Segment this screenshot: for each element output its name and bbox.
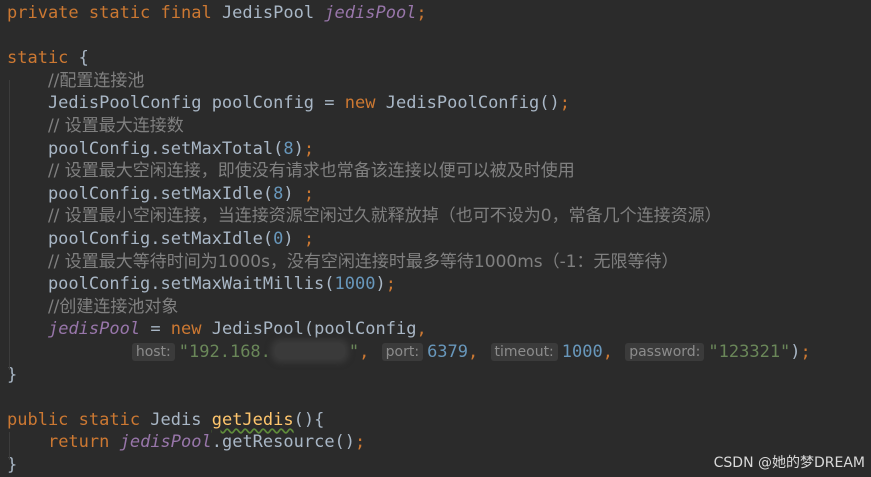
code-comment: // 设置最大空闲连接，即使没有请求也常备该连接以便可以被及时使用 [47, 161, 575, 182]
code-keyword: public static [7, 409, 151, 430]
code-line[interactable]: poolConfig.setMaxIdle(0) ; [7, 228, 314, 250]
code-keyword: new [344, 93, 386, 114]
code-keyword: ; [355, 432, 366, 453]
code-keyword: ; [303, 138, 315, 159]
code-field: jedisPool [119, 432, 212, 453]
code-number: 8 [283, 138, 294, 159]
code-keyword: ; [303, 183, 315, 204]
code-keyword: ; [559, 93, 570, 114]
code-editor[interactable]: private static final JedisPool jedisPool… [0, 0, 871, 477]
code-line[interactable]: jedisPool = new JedisPool(poolConfig, [7, 318, 427, 340]
code-line[interactable]: host: "192.168. ", port: 6379, timeout: 1000… [7, 341, 811, 363]
code-field: jedisPool [47, 319, 141, 340]
code-token: { [78, 48, 89, 69]
indent-guide [9, 432, 10, 460]
code-line[interactable]: JedisPoolConfig poolConfig = new JedisPo… [7, 92, 570, 114]
code-token: poolConfig.setMaxTotal( [7, 138, 284, 159]
code-token: JedisPoolConfig poolConfig = [7, 93, 345, 114]
code-token: .getResource() [211, 432, 356, 453]
code-keyword: , [468, 342, 489, 362]
code-line[interactable]: poolConfig.setMaxTotal(8); [7, 138, 314, 160]
parameter-hint: host: [131, 343, 175, 361]
code-line[interactable]: // 设置最大等待时间为1000s，没有空闲连接时最多等待1000ms（-1：无… [7, 251, 679, 273]
code-comment: // 设置最小空闲连接，当连接资源空闲过久就释放掉（也可不设为0，常备几个连接资… [47, 206, 722, 227]
code-token: JedisPool [221, 3, 325, 23]
code-string: "192.168. [178, 342, 271, 362]
code-line[interactable]: // 设置最大连接数 [7, 115, 184, 137]
code-line[interactable]: private static final JedisPool jedisPool… [7, 2, 427, 24]
code-token: ) [283, 183, 304, 204]
code-token: ) [790, 342, 801, 362]
code-number: 1000 [334, 274, 376, 295]
code-keyword: return [47, 432, 120, 453]
code-number: 0 [273, 229, 284, 249]
code-token: poolConfig.setMaxIdle( [7, 183, 274, 204]
watermark: CSDN @她的梦DREAM [713, 455, 865, 471]
code-comment: //配置连接池 [47, 70, 145, 91]
code-keyword: new [170, 319, 212, 340]
code-keyword: ; [800, 342, 811, 362]
code-token: JedisPool(poolConfig [211, 319, 417, 340]
code-line[interactable]: return jedisPool.getResource(); [7, 431, 365, 453]
code-keyword: , [359, 342, 380, 362]
code-string: "123321" [708, 342, 791, 362]
method-name: getJedis [211, 409, 294, 430]
code-token: ) [283, 229, 304, 249]
parameter-hint: timeout: [490, 343, 558, 361]
code-token: poolConfig.setMaxIdle( [7, 229, 274, 249]
code-field: jedisPool [324, 3, 417, 23]
code-line[interactable]: public static Jedis getJedis(){ [7, 409, 324, 431]
code-token: (){ [293, 409, 325, 430]
code-string: " [348, 342, 360, 362]
code-keyword: ; [416, 3, 427, 23]
code-keyword: ; [303, 229, 315, 249]
redacted-ip [274, 343, 345, 359]
code-number: 6379 [427, 342, 469, 362]
code-line[interactable]: static { [7, 47, 89, 69]
code-token: Jedis [150, 409, 212, 430]
code-line[interactable]: poolConfig.setMaxWaitMillis(1000); [7, 273, 396, 295]
parameter-hint: port: [381, 343, 424, 361]
code-token: = [140, 319, 171, 340]
code-keyword: ; [385, 274, 396, 295]
code-line[interactable]: //创建连接池对象 [7, 296, 178, 318]
code-keyword: , [602, 342, 624, 362]
code-keyword: , [416, 319, 427, 340]
code-line[interactable]: // 设置最小空闲连接，当连接资源空闲过久就释放掉（也可不设为0，常备几个连接资… [7, 205, 722, 227]
code-comment: // 设置最大连接数 [47, 116, 184, 136]
code-token: poolConfig.setMaxWaitMillis( [7, 274, 335, 295]
code-number: 8 [273, 183, 284, 204]
code-line[interactable]: // 设置最大空闲连接，即使没有请求也常备该连接以便可以被及时使用 [7, 160, 575, 182]
code-line[interactable]: poolConfig.setMaxIdle(8) ; [7, 183, 314, 205]
code-comment: // 设置最大等待时间为1000s，没有空闲连接时最多等待1000ms（-1：无… [47, 251, 679, 272]
code-number: 1000 [561, 342, 603, 362]
code-token: ) [375, 274, 386, 295]
code-token: ) [293, 138, 304, 159]
code-line[interactable]: //配置连接池 [7, 70, 144, 92]
code-keyword: static [7, 48, 79, 69]
indent-guide [9, 80, 10, 370]
code-keyword: private static final [7, 3, 222, 23]
code-comment: //创建连接池对象 [47, 296, 179, 317]
parameter-hint: password: [625, 343, 705, 361]
code-token: JedisPoolConfig() [385, 93, 560, 114]
